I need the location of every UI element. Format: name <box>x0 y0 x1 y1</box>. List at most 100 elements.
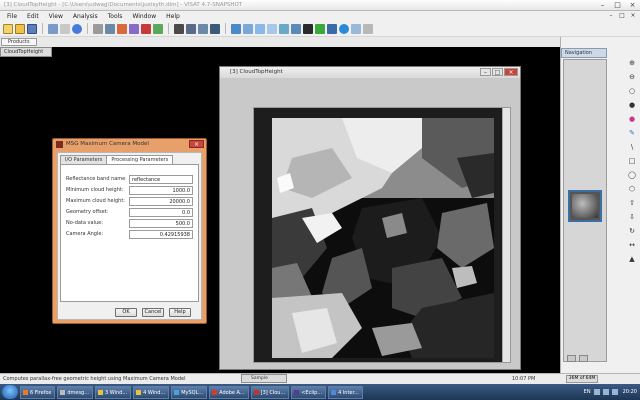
close-button[interactable]: × <box>627 1 638 9</box>
profile-plot-icon[interactable] <box>210 23 220 34</box>
image-window-maximize-button[interactable]: □ <box>492 68 503 76</box>
menu-help[interactable]: Help <box>161 13 185 20</box>
image-canvas[interactable] <box>254 108 510 362</box>
sync-icon[interactable]: ↻ <box>628 227 637 235</box>
menu-analysis[interactable]: Analysis <box>68 13 103 20</box>
dialog-close-button[interactable]: × <box>189 140 204 148</box>
band-maths-icon[interactable] <box>93 23 103 34</box>
taskbar-item[interactable]: 3 Wind... <box>95 385 132 399</box>
menu-tools[interactable]: Tools <box>103 13 128 20</box>
mdi-close-button[interactable]: × <box>629 12 637 19</box>
volume-icon[interactable] <box>602 389 609 395</box>
histogram-icon[interactable] <box>186 23 196 34</box>
pin-tool-icon[interactable]: ● <box>628 115 637 123</box>
geometry-offset-field[interactable]: 0.0 <box>129 208 193 217</box>
cloud-height-raster[interactable] <box>272 118 494 358</box>
ok-button[interactable]: OK <box>115 308 137 317</box>
taskbar-item[interactable]: 6 Firefox <box>20 385 56 399</box>
image-window-close-button[interactable]: × <box>504 68 518 76</box>
menu-window[interactable]: Window <box>127 13 161 20</box>
dialog-title-bar[interactable]: MSG Maximum Camera Model × <box>53 139 206 150</box>
pencil-icon[interactable]: ✎ <box>628 129 637 137</box>
taskbar-item[interactable]: dmesg... <box>57 385 93 399</box>
reflectance-band-field[interactable]: reflectance <box>129 175 193 184</box>
maximize-button[interactable]: □ <box>612 1 623 9</box>
security-icon[interactable] <box>611 389 618 395</box>
settings-icon[interactable] <box>363 23 373 34</box>
zoom-in-icon[interactable]: ⊕ <box>628 59 637 67</box>
start-button[interactable] <box>2 385 18 399</box>
arrow-down-icon[interactable]: ⇩ <box>628 213 637 221</box>
minimum-cloud-height-field[interactable]: 1000.0 <box>129 186 193 195</box>
minimize-button[interactable]: – <box>597 1 608 9</box>
network-icon[interactable] <box>593 389 600 395</box>
language-indicator[interactable]: EN <box>584 389 591 395</box>
scatter-plot-icon[interactable] <box>198 23 208 34</box>
globe-icon[interactable] <box>339 23 349 34</box>
zoom-slider-left[interactable] <box>567 355 576 362</box>
memory-indicator[interactable]: 36M of 64M <box>566 375 598 383</box>
taskbar-item[interactable]: [3] Clou... <box>250 385 290 399</box>
filter-icon[interactable] <box>105 23 115 34</box>
zoom-out-icon[interactable]: ⊖ <box>628 73 637 81</box>
tab-cloudtopheight[interactable]: CloudTopHeight <box>0 47 53 57</box>
image-view-window[interactable]: [3] CloudTopHeight – □ × <box>219 66 521 370</box>
rectangle-tool-icon[interactable]: □ <box>628 157 637 165</box>
new-icon[interactable] <box>3 23 13 34</box>
world-map-icon[interactable] <box>231 23 241 34</box>
range-finder-icon[interactable]: ↔ <box>628 241 637 249</box>
taskbar-clock[interactable]: 20:20 <box>623 389 637 395</box>
mdi-minimize-button[interactable]: – <box>607 12 615 19</box>
maximum-cloud-height-field[interactable]: 20000.0 <box>129 197 193 206</box>
image-window-minimize-button[interactable]: – <box>480 68 491 76</box>
zoom-pixel-icon[interactable]: ○ <box>628 87 637 95</box>
properties-icon[interactable] <box>48 23 58 34</box>
layer-icon[interactable] <box>267 23 277 34</box>
roi-icon[interactable] <box>315 23 325 34</box>
info-icon[interactable] <box>351 23 361 34</box>
chart-icon[interactable] <box>60 23 70 34</box>
scroll-up-icon[interactable]: ▲ <box>628 255 637 263</box>
image-viewer[interactable] <box>253 107 511 363</box>
reproject-icon[interactable] <box>117 23 127 34</box>
save-icon[interactable] <box>27 23 37 34</box>
menu-file[interactable]: File <box>2 13 22 20</box>
mask-icon[interactable] <box>303 23 313 34</box>
flag-icon[interactable] <box>141 23 151 34</box>
zoom-all-icon[interactable]: ● <box>628 101 637 109</box>
overlay-icon[interactable] <box>279 23 289 34</box>
pin-icon[interactable] <box>153 23 163 34</box>
navigation-overview[interactable] <box>563 59 607 362</box>
sync-cursor-icon[interactable] <box>255 23 265 34</box>
taskbar-item[interactable]: 4 Inter... <box>328 385 363 399</box>
statistics-icon[interactable] <box>174 23 184 34</box>
zoom-slider-right[interactable] <box>579 355 588 362</box>
minimized-window[interactable]: Sample <box>241 374 287 383</box>
cancel-button[interactable]: Cancel <box>142 308 164 317</box>
mdi-restore-button[interactable]: □ <box>618 12 626 19</box>
taskbar-item[interactable]: 4 Wind... <box>133 385 170 399</box>
open-icon[interactable] <box>15 23 25 34</box>
taskbar-item[interactable]: Adobe A... <box>209 385 249 399</box>
help-button[interactable]: Help <box>169 308 191 317</box>
camera-angle-field[interactable]: 0.42915938 <box>129 230 193 239</box>
polygon-tool-icon[interactable]: ⬡ <box>628 185 637 193</box>
vector-icon[interactable] <box>327 23 337 34</box>
no-data-value-field[interactable]: 500.0 <box>129 219 193 228</box>
taskbar-item[interactable]: <Eclip... <box>291 385 327 399</box>
image-thumbnail[interactable] <box>568 190 602 222</box>
menu-view[interactable]: View <box>44 13 68 20</box>
image-scrollbar[interactable] <box>502 108 510 362</box>
navigation-panel-header[interactable]: Navigation <box>561 48 607 58</box>
help-icon[interactable] <box>72 23 82 34</box>
tab-products[interactable]: Products <box>1 38 37 46</box>
graticule-icon[interactable] <box>291 23 301 34</box>
menu-edit[interactable]: Edit <box>22 13 44 20</box>
mosaic-icon[interactable] <box>129 23 139 34</box>
ellipse-tool-icon[interactable]: ◯ <box>628 171 637 179</box>
image-window-title-bar[interactable]: [3] CloudTopHeight – □ × <box>220 67 520 78</box>
taskbar-item[interactable]: MySQL... <box>171 385 208 399</box>
arrow-up-icon[interactable]: ⇧ <box>628 199 637 207</box>
sync-views-icon[interactable] <box>243 23 253 34</box>
line-tool-icon[interactable]: \ <box>628 143 637 151</box>
